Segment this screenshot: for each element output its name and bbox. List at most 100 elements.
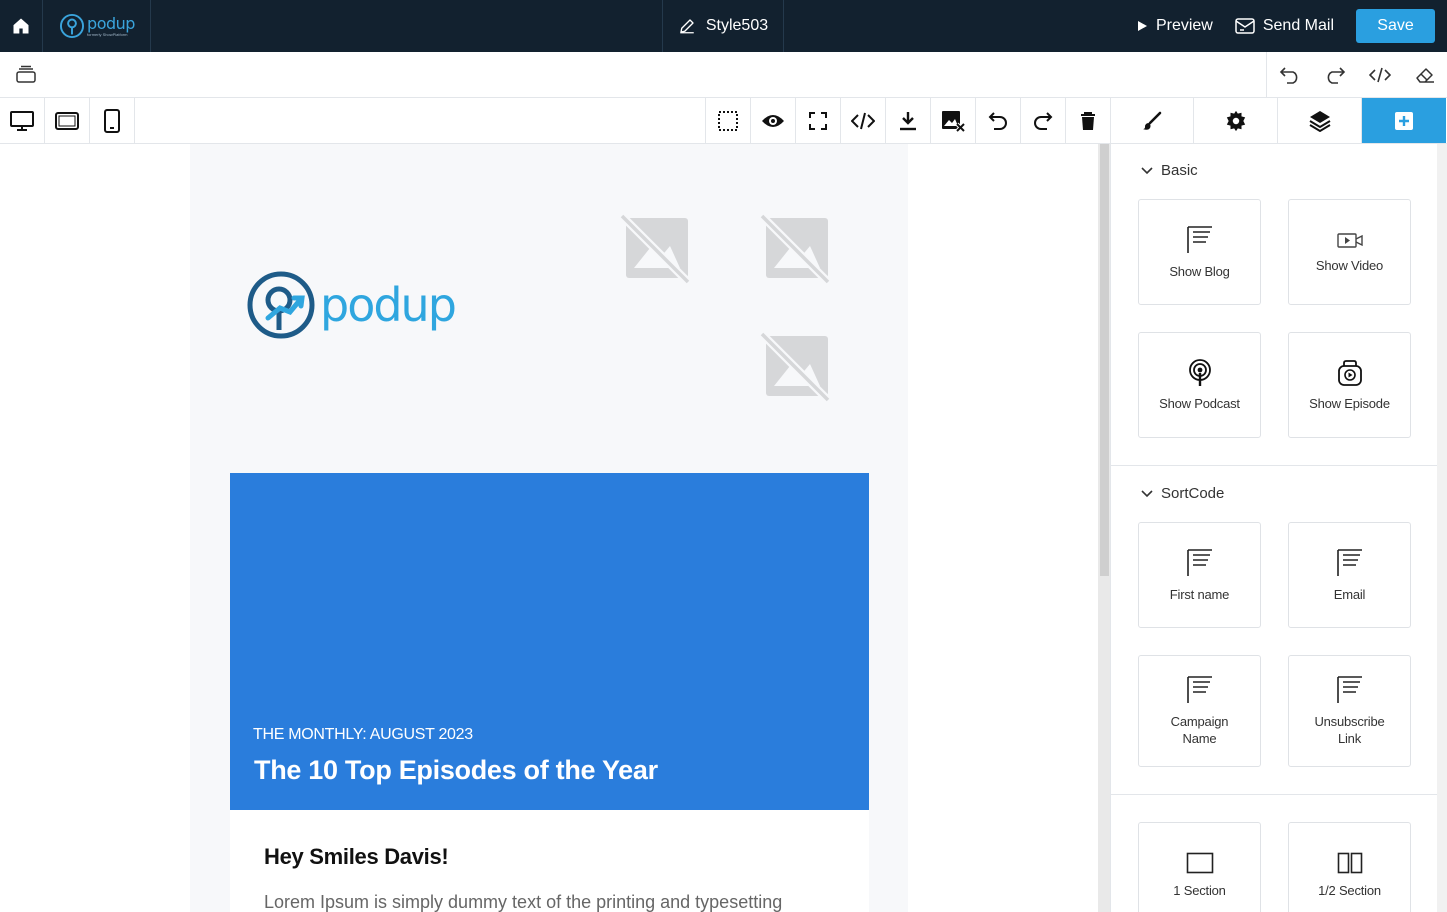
block-label: Show Podcast [1159, 395, 1240, 411]
tab-layer-manager[interactable] [1278, 98, 1362, 143]
email-logo-text: podup [320, 278, 457, 332]
remove-image-button[interactable] [931, 98, 976, 143]
eye-icon [762, 114, 784, 127]
email-body[interactable]: podup THE MONTHLY: AUGUST 2023 The 10 To… [190, 144, 908, 912]
tab-settings[interactable] [1194, 98, 1278, 143]
image-placeholder-icon[interactable] [758, 330, 832, 404]
block-label: 1/2 Section [1318, 882, 1381, 898]
block-first-name[interactable]: First name [1138, 522, 1261, 628]
text-lines-icon [1186, 548, 1212, 576]
send-mail-button[interactable]: Send Mail [1235, 17, 1334, 35]
episode-icon [1337, 359, 1362, 386]
undo-icon [988, 111, 1007, 130]
block-one-section[interactable]: 1 Section [1138, 822, 1261, 912]
image-placeholder-icon[interactable] [618, 212, 692, 286]
home-button[interactable] [0, 0, 43, 52]
brand-tagline: formerly ShowPlatform [87, 31, 128, 37]
text-lines-icon [1186, 676, 1212, 703]
hero-title[interactable]: The 10 Top Episodes of the Year [254, 755, 658, 786]
pencil-icon [680, 19, 694, 34]
section-title: SortCode [1161, 485, 1225, 502]
section-header-sortcode[interactable]: SortCode [1141, 485, 1224, 502]
gear-icon [1226, 110, 1245, 131]
block-label: 1 Section [1173, 882, 1226, 898]
canvas-scrollbar-thumb[interactable] [1100, 144, 1109, 576]
code-icon [851, 112, 875, 129]
block-unsubscribe-link[interactable]: Unsubscribe Link [1288, 655, 1411, 767]
clear-canvas-button[interactable] [1402, 52, 1447, 98]
block-email[interactable]: Email [1288, 522, 1411, 628]
template-name-button[interactable]: Style503 [662, 0, 784, 52]
video-icon [1336, 232, 1363, 248]
brand-name: podup [87, 13, 135, 33]
brand-logo[interactable]: podup formerly ShowPlatform [44, 0, 151, 52]
undo-icon [1279, 67, 1297, 84]
block-show-podcast[interactable]: Show Podcast [1138, 332, 1261, 438]
image-placeholder-icon[interactable] [758, 212, 832, 286]
tab-style-manager[interactable] [1110, 98, 1194, 143]
download-icon [900, 111, 916, 130]
undo-button[interactable] [1267, 52, 1312, 98]
plus-square-icon [1395, 111, 1413, 130]
code-view-button[interactable] [1357, 52, 1402, 98]
home-icon [13, 18, 29, 34]
body-paragraph[interactable]: Lorem Ipsum is simply dummy text of the … [264, 892, 782, 912]
top-bar: podup formerly ShowPlatform Style503 Pre… [0, 0, 1447, 52]
toggle-borders-button[interactable] [706, 98, 751, 143]
view-code-button[interactable] [841, 98, 886, 143]
podup-mark-icon [60, 13, 85, 39]
desktop-icon [10, 110, 34, 131]
stack-icon [16, 65, 36, 83]
download-button[interactable] [886, 98, 931, 143]
block-label: Show Blog [1169, 263, 1230, 279]
chevron-down-icon [1141, 166, 1153, 174]
block-half-section[interactable]: 1/2 Section [1288, 822, 1411, 912]
block-show-video[interactable]: Show Video [1288, 199, 1411, 305]
brush-icon [1142, 111, 1161, 130]
chevron-down-icon [1141, 489, 1153, 497]
section-header-basic[interactable]: Basic [1141, 162, 1198, 179]
text-lines-icon [1186, 225, 1212, 253]
panel-scrollbar[interactable] [1437, 144, 1447, 912]
redo-icon [1327, 67, 1345, 84]
preview-button[interactable]: Preview [1136, 17, 1213, 35]
block-label: Unsubscribe Link [1314, 714, 1385, 746]
tablet-view-button[interactable] [45, 98, 90, 143]
desktop-view-button[interactable] [0, 98, 45, 143]
one-section-icon [1186, 852, 1213, 873]
block-label: Email [1333, 586, 1366, 602]
fullscreen-button[interactable] [796, 98, 841, 143]
mobile-icon [104, 108, 120, 133]
canvas-redo-button[interactable] [1021, 98, 1066, 143]
hero-banner[interactable]: THE MONTHLY: AUGUST 2023 The 10 Top Epis… [230, 473, 869, 810]
tab-blocks[interactable] [1362, 98, 1446, 143]
email-content-section[interactable]: Hey Smiles Davis! Lorem Ipsum is simply … [230, 810, 869, 912]
delete-button[interactable] [1066, 98, 1111, 143]
mobile-view-button[interactable] [90, 98, 135, 143]
block-campaign-name[interactable]: Campaign Name [1138, 655, 1261, 767]
editor-canvas[interactable]: podup THE MONTHLY: AUGUST 2023 The 10 To… [0, 144, 1098, 912]
image-remove-icon [942, 110, 965, 132]
block-show-blog[interactable]: Show Blog [1138, 199, 1261, 305]
block-label: First name [1169, 586, 1230, 602]
save-button[interactable]: Save [1356, 9, 1435, 43]
section-title: Basic [1161, 162, 1198, 179]
greeting-heading[interactable]: Hey Smiles Davis! [264, 844, 449, 870]
canvas-undo-button[interactable] [976, 98, 1021, 143]
fullscreen-icon [809, 111, 827, 130]
mail-icon [1235, 18, 1255, 34]
hero-kicker[interactable]: THE MONTHLY: AUGUST 2023 [253, 726, 473, 744]
text-lines-icon [1336, 548, 1362, 576]
block-show-episode[interactable]: Show Episode [1288, 332, 1411, 438]
tablet-icon [55, 111, 79, 130]
menu-button[interactable] [13, 63, 39, 87]
email-logo[interactable]: podup [246, 270, 457, 340]
text-lines-icon [1336, 676, 1362, 703]
block-label: Show Episode [1309, 395, 1390, 411]
blocks-panel: Basic Show Blog Show Video Show Podcast … [1110, 144, 1447, 912]
editor-toolbar [0, 98, 1447, 144]
preview-toggle-button[interactable] [751, 98, 796, 143]
podup-mark-icon [247, 271, 315, 339]
section-divider [1111, 465, 1438, 466]
redo-button[interactable] [1312, 52, 1357, 98]
